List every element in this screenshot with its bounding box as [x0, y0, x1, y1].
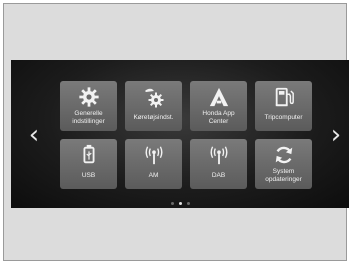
device-frame: ‹ › Generelle indstillinger Køretøjsinds… — [3, 3, 349, 261]
fuel-pump-icon — [255, 85, 312, 109]
page-dot[interactable] — [170, 202, 174, 205]
tile-usb[interactable]: USB — [60, 139, 117, 189]
tile-label: USB — [81, 172, 96, 179]
tile-label: Køretøjsindst. — [133, 114, 174, 121]
prev-page-arrow[interactable]: ‹ — [27, 120, 41, 150]
tile-tripcomputer[interactable]: Tripcomputer — [255, 81, 312, 131]
tile-vehicle-settings[interactable]: Køretøjsindst. — [125, 81, 182, 131]
radio-antenna-icon — [125, 143, 182, 167]
next-page-arrow[interactable]: › — [329, 120, 343, 150]
tile-label: Generelle indstillinger — [72, 110, 105, 125]
app-center-icon — [190, 85, 247, 109]
tile-dab[interactable]: DAB — [190, 139, 247, 189]
tile-label: Honda App Center — [202, 110, 235, 125]
usb-icon — [60, 143, 117, 167]
home-screen: ‹ › Generelle indstillinger Køretøjsinds… — [11, 60, 349, 208]
tile-am[interactable]: AM — [125, 139, 182, 189]
page-indicator — [11, 202, 349, 205]
page-dot-active[interactable] — [178, 202, 182, 205]
car-gear-icon — [125, 85, 182, 109]
app-grid: Generelle indstillinger Køretøjsindst. H… — [60, 81, 312, 196]
tile-general-settings[interactable]: Generelle indstillinger — [60, 81, 117, 131]
tile-label: DAB — [211, 172, 226, 179]
tile-honda-app-center[interactable]: Honda App Center — [190, 81, 247, 131]
radio-antenna-icon — [190, 143, 247, 167]
refresh-icon — [255, 143, 312, 167]
tile-system-updates[interactable]: System opdateringer — [255, 139, 312, 189]
gear-icon — [60, 85, 117, 109]
tile-label: Tripcomputer — [264, 114, 303, 121]
tile-label: System opdateringer — [265, 168, 302, 183]
page-dot[interactable] — [186, 202, 190, 205]
tile-label: AM — [148, 172, 159, 179]
